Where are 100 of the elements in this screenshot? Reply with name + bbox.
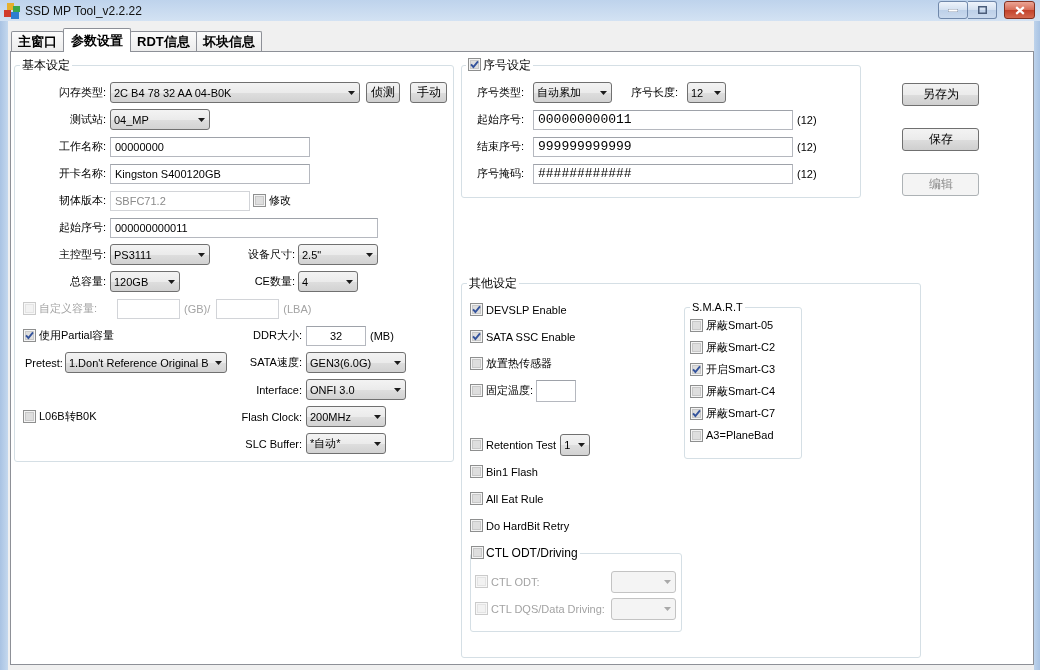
field-label: Interface:: [256, 383, 302, 396]
checkbox[interactable]: [471, 546, 484, 559]
checkbox-label: 屏蔽Smart-C2: [706, 339, 776, 355]
field-label: SATA速度:: [249, 355, 302, 370]
checkbox-label: 开启Smart-C3: [706, 361, 776, 377]
checkbox-label: Bin1 Flash: [486, 465, 538, 478]
text-field[interactable]: 000000000011: [110, 217, 378, 238]
caret-icon: [394, 387, 401, 392]
field-label: 主控型号:: [58, 247, 106, 262]
checkbox-label: CTL ODT:: [491, 575, 540, 588]
checkbox[interactable]: [690, 318, 703, 332]
dropdown[interactable]: 2C B4 78 32 AA 04-B0K: [110, 82, 360, 103]
caret-icon: [578, 442, 586, 447]
dropdown[interactable]: *自动*: [306, 433, 386, 454]
dropdown[interactable]: 04_MP: [110, 109, 210, 130]
tab[interactable]: 主窗口: [11, 31, 64, 51]
tab[interactable]: 参数设置: [63, 28, 131, 52]
text-field[interactable]: ############: [533, 163, 793, 184]
cubes-icon: [4, 2, 20, 19]
unit-label: (12): [797, 167, 817, 180]
checkbox[interactable]: [470, 465, 483, 478]
field-label: 设备尺寸:: [247, 247, 295, 262]
checkbox-label: 放置热传感器: [486, 356, 552, 371]
field-label: 闪存类型:: [58, 85, 106, 100]
field-label: 韧体版本:: [58, 193, 106, 208]
checkbox[interactable]: [253, 194, 266, 207]
detect-button[interactable]: 侦测: [366, 82, 400, 103]
dropdown[interactable]: 200MHz: [306, 406, 386, 427]
caret-icon: [168, 279, 175, 284]
checkbox-label: All Eat Rule: [486, 492, 544, 505]
text-field[interactable]: 00000000: [110, 136, 310, 157]
field-label: Flash Clock:: [241, 410, 302, 423]
save-as-button[interactable]: 另存为: [902, 83, 979, 106]
field-label: CE数量:: [254, 274, 295, 289]
field-label: SLC Buffer:: [245, 437, 302, 450]
caret-icon: [394, 360, 401, 365]
manual-button[interactable]: 手动: [410, 82, 447, 103]
maximize-button[interactable]: [968, 1, 997, 19]
checkbox[interactable]: [690, 340, 703, 354]
checkbox[interactable]: [690, 362, 703, 376]
dropdown[interactable]: GEN3(6.0G): [306, 352, 406, 373]
checkbox-label: 固定温度:: [486, 383, 534, 398]
checkbox[interactable]: [468, 58, 481, 71]
field-label: DDR大小:: [253, 328, 302, 343]
checkbox[interactable]: [470, 330, 483, 343]
group-title: 序号设定: [483, 58, 531, 72]
caret-icon: [714, 90, 721, 95]
tab[interactable]: RDT信息: [130, 31, 197, 51]
unit-label: (12): [797, 113, 817, 126]
caret-icon: [366, 252, 373, 257]
checkbox-label: 屏蔽Smart-C4: [706, 383, 776, 399]
text-field[interactable]: [216, 298, 280, 319]
checkbox[interactable]: [23, 329, 36, 342]
close-icon: [1014, 5, 1025, 15]
caret-icon: [664, 579, 671, 584]
checkbox[interactable]: [23, 410, 36, 423]
dropdown[interactable]: 4: [298, 271, 358, 292]
checkbox[interactable]: [470, 492, 483, 505]
close-button[interactable]: [1004, 1, 1035, 19]
minimize-button[interactable]: [938, 1, 968, 19]
checkbox[interactable]: [470, 357, 483, 370]
caret-icon: [374, 441, 381, 446]
text-field[interactable]: 32: [306, 325, 366, 346]
dropdown[interactable]: ONFI 3.0: [306, 379, 406, 400]
unit-label: (12): [797, 140, 817, 153]
dropdown[interactable]: [611, 570, 676, 593]
dropdown[interactable]: 1: [560, 433, 591, 456]
text-field[interactable]: [536, 379, 577, 402]
save-button[interactable]: 保存: [902, 128, 979, 151]
checkbox[interactable]: [470, 438, 483, 451]
dropdown[interactable]: 自动累加: [533, 82, 612, 103]
dropdown[interactable]: 1.Don't Reference Original B: [64, 352, 227, 373]
checkbox-label: 屏蔽Smart-C7: [706, 405, 776, 421]
checkbox-label: Retention Test: [486, 438, 557, 451]
text-field[interactable]: 999999999999: [533, 136, 793, 157]
dropdown[interactable]: 12: [687, 82, 726, 103]
caret-icon: [348, 90, 355, 95]
text-field[interactable]: 000000000011: [533, 109, 793, 130]
text-field[interactable]: Kingston S400120GB: [110, 163, 310, 184]
dropdown[interactable]: 2.5": [298, 244, 378, 265]
maximize-icon: [977, 6, 987, 14]
field-label: 起始序号:: [58, 220, 106, 235]
checkbox[interactable]: [690, 384, 703, 398]
checkbox[interactable]: [470, 384, 483, 397]
dropdown[interactable]: PS3111: [110, 244, 210, 265]
checkbox[interactable]: [690, 406, 703, 420]
field-label: 结束序号:: [477, 139, 525, 154]
dropdown[interactable]: 120GB: [110, 271, 180, 292]
checkbox-label: Do HardBit Retry: [486, 519, 570, 532]
window-title: SSD MP Tool_v2.2.22: [25, 3, 142, 18]
text-field[interactable]: [117, 298, 180, 319]
checkbox-label: CTL DQS/Data Driving:: [491, 602, 605, 615]
caret-icon: [346, 279, 353, 284]
field-label: 序号掩码:: [477, 166, 525, 181]
caret-icon: [214, 360, 222, 365]
dropdown[interactable]: [611, 597, 676, 620]
tab[interactable]: 坏块信息: [195, 31, 262, 51]
checkbox[interactable]: [690, 428, 703, 442]
checkbox[interactable]: [470, 303, 483, 316]
checkbox[interactable]: [470, 519, 483, 532]
